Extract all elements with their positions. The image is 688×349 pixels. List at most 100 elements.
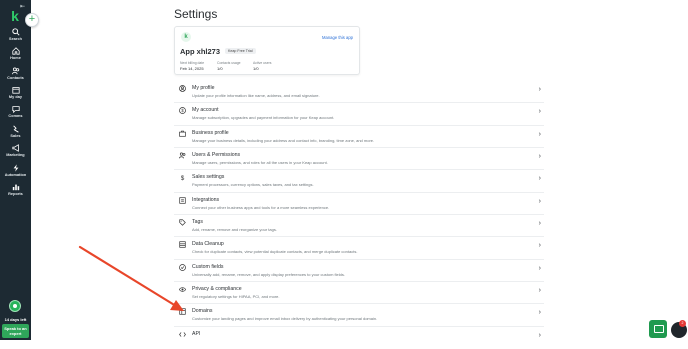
settings-row-domains[interactable]: Domains Customize your landing pages and… [174, 304, 544, 327]
nav-label: Home [10, 56, 21, 60]
svg-text:$: $ [181, 108, 184, 113]
nav-label: Automation [4, 173, 27, 177]
database-icon [179, 241, 186, 249]
row-description: Set regulatory settings for HIPAA, PCI, … [192, 294, 280, 300]
briefcase-icon [179, 130, 186, 137]
settings-row-my-account[interactable]: $ My account Manage subscription, upgrad… [174, 103, 544, 126]
trial-days-left: 14 days left [4, 317, 27, 322]
settings-row-integrations[interactable]: Integrations Connect your other business… [174, 193, 544, 216]
row-description: Payment processors, currency options, sa… [192, 182, 314, 188]
row-description: Connect your other business apps and too… [192, 204, 330, 210]
chevron-right-icon: › [538, 86, 541, 93]
chevron-right-icon: › [538, 130, 541, 138]
trial-progress-icon[interactable] [9, 300, 21, 312]
row-description: Check for duplicate contacts, view poten… [192, 249, 358, 255]
app-name: App xhl273 [180, 47, 221, 56]
notification-badge: 2 [679, 320, 686, 327]
row-description: Add, rename, remove and reorganize your … [192, 227, 277, 233]
svg-text:$: $ [181, 175, 185, 181]
chevron-right-icon: › [538, 287, 541, 295]
users-icon [179, 152, 186, 159]
row-title: Sales settings [192, 174, 225, 181]
home-icon [11, 47, 20, 55]
lightning-icon [13, 164, 18, 172]
integrations-icon [179, 197, 186, 204]
search-icon [11, 28, 20, 36]
plan-badge: Keap Free Trial [225, 48, 256, 54]
nav-home[interactable]: Home [0, 47, 31, 60]
contacts-icon [11, 67, 19, 75]
nav-label: Contacts [7, 76, 24, 80]
megaphone-icon [11, 144, 19, 152]
row-description: Manage users, permissions, and roles for… [192, 160, 328, 166]
page-title: Settings [174, 7, 218, 21]
speak-to-expert-button[interactable]: Speak to an expert [2, 324, 29, 338]
sidebar: k ⇤ Search Home Contacts My day Comms Sa… [0, 0, 31, 340]
nav-automation[interactable]: Automation [0, 164, 31, 177]
collapse-sidebar-icon[interactable]: ⇤ [20, 3, 25, 10]
row-title: Integrations [192, 196, 220, 203]
next-billing-date: Next billing date Feb 14, 2025 [180, 61, 205, 71]
row-title: My profile [192, 85, 215, 91]
nav-search[interactable]: Search [0, 28, 31, 41]
contacts-usage: Contacts usage 1/0 [217, 61, 241, 71]
row-title: Data Cleanup [192, 241, 224, 248]
settings-row-business-profile[interactable]: Business profile Manage your business de… [174, 126, 544, 149]
row-title: Custom fields [192, 263, 224, 270]
keap-logo[interactable]: k [9, 9, 21, 23]
settings-row-tags[interactable]: Tags Add, rename, remove and reorganize … [174, 215, 544, 238]
settings-row-users-permissions[interactable]: Users & Permissions Manage users, permis… [174, 148, 544, 171]
domain-icon [179, 308, 186, 316]
settings-list: My profile Update your profile informati… [174, 81, 544, 349]
app-card: k Manage this app App xhl273 Keap Free T… [174, 26, 360, 75]
row-title: Privacy & compliance [192, 286, 242, 293]
app-logo-icon: k [181, 32, 191, 42]
nav-label: Marketing [6, 153, 25, 157]
row-title: My account [192, 107, 219, 114]
row-title: Business profile [192, 129, 229, 136]
check-circle-icon [179, 263, 186, 271]
row-title: API [192, 330, 201, 337]
settings-row-sales-settings[interactable]: $ Sales settings Payment processors, cur… [174, 170, 544, 193]
quick-add-button[interactable]: + [25, 13, 39, 27]
row-title: Tags [192, 219, 203, 226]
nav-my-day[interactable]: My day [0, 86, 31, 99]
nav-label: Reports [8, 192, 23, 196]
tag-icon [179, 219, 186, 226]
chevron-right-icon: › [538, 331, 541, 339]
chevron-right-icon: › [538, 175, 541, 183]
calendar-icon [11, 87, 20, 94]
chevron-right-icon: › [538, 153, 541, 161]
live-chat-button[interactable] [649, 320, 667, 338]
chat-icon [11, 106, 20, 113]
nav-sales[interactable]: Sales [0, 125, 31, 138]
chevron-right-icon: › [538, 264, 541, 272]
active-users: Active users 1/0 [253, 61, 272, 71]
nav-comms[interactable]: Comms [0, 105, 31, 118]
chevron-right-icon: › [538, 309, 541, 317]
row-description: Manage your business details, including … [192, 137, 375, 143]
chevron-right-icon: › [538, 197, 541, 205]
user-circle-icon [179, 85, 186, 92]
chevron-right-icon: › [538, 220, 541, 228]
chevron-right-icon: › [538, 242, 541, 250]
settings-row-api[interactable]: API › [174, 327, 544, 349]
eye-icon [179, 287, 186, 292]
row-title: Domains [192, 308, 213, 315]
settings-row-my-profile[interactable]: My profile Update your profile informati… [174, 81, 544, 104]
chevron-right-icon: › [538, 108, 541, 116]
nav-label: Comms [8, 114, 23, 118]
nav-marketing[interactable]: Marketing [0, 144, 31, 157]
manage-app-link[interactable]: Manage this app [322, 35, 353, 40]
settings-row-data-cleanup[interactable]: Data Cleanup Check for duplicate contact… [174, 237, 544, 260]
nav-contacts[interactable]: Contacts [0, 67, 31, 80]
settings-row-custom-fields[interactable]: Custom fields Universally add, rename, r… [174, 260, 544, 283]
nav-reports[interactable]: Reports [0, 183, 31, 196]
row-description: Update your profile information like nam… [192, 93, 320, 98]
nav-label: My day [8, 95, 23, 99]
settings-row-privacy-compliance[interactable]: Privacy & compliance Set regulatory sett… [174, 282, 544, 305]
nav-label: Sales [10, 134, 21, 138]
dollar-circle-icon: $ [179, 107, 186, 115]
row-description: Manage subscription, upgrades and paymen… [192, 115, 335, 121]
sales-icon [12, 125, 19, 133]
